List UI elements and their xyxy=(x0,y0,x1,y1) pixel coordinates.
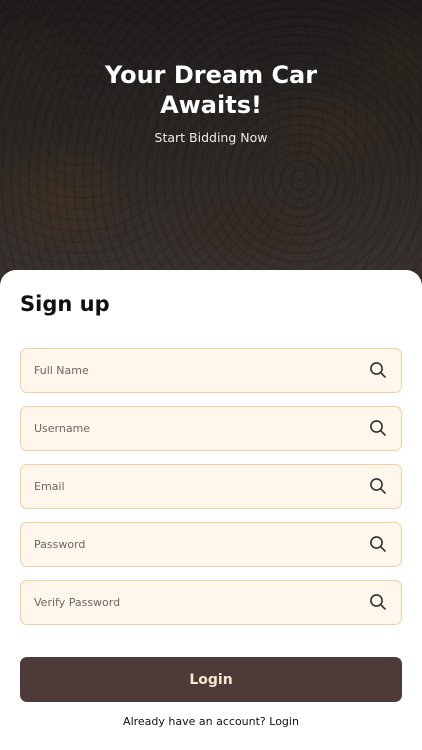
email-input[interactable] xyxy=(34,465,354,507)
search-icon[interactable] xyxy=(369,535,387,553)
login-button[interactable]: Login xyxy=(20,657,402,702)
email-field[interactable] xyxy=(20,464,402,509)
hero-banner: Your Dream Car Awaits! Start Bidding Now xyxy=(0,0,422,290)
username-field[interactable] xyxy=(20,406,402,451)
username-input[interactable] xyxy=(34,407,354,449)
password-field[interactable] xyxy=(20,522,402,567)
hero-title: Your Dream Car Awaits! xyxy=(104,61,318,119)
page-title: Sign up xyxy=(20,292,110,316)
search-icon[interactable] xyxy=(369,419,387,437)
hero-subtitle: Start Bidding Now xyxy=(154,130,268,145)
search-icon[interactable] xyxy=(369,477,387,495)
verify-password-input[interactable] xyxy=(34,581,354,623)
search-icon[interactable] xyxy=(369,593,387,611)
verify-password-field[interactable] xyxy=(20,580,402,625)
password-input[interactable] xyxy=(34,523,354,565)
full-name-input[interactable] xyxy=(34,349,354,391)
login-link[interactable]: Already have an account? Login xyxy=(0,715,422,728)
full-name-field[interactable] xyxy=(20,348,402,393)
hero-background-image xyxy=(0,0,422,290)
search-icon[interactable] xyxy=(369,361,387,379)
